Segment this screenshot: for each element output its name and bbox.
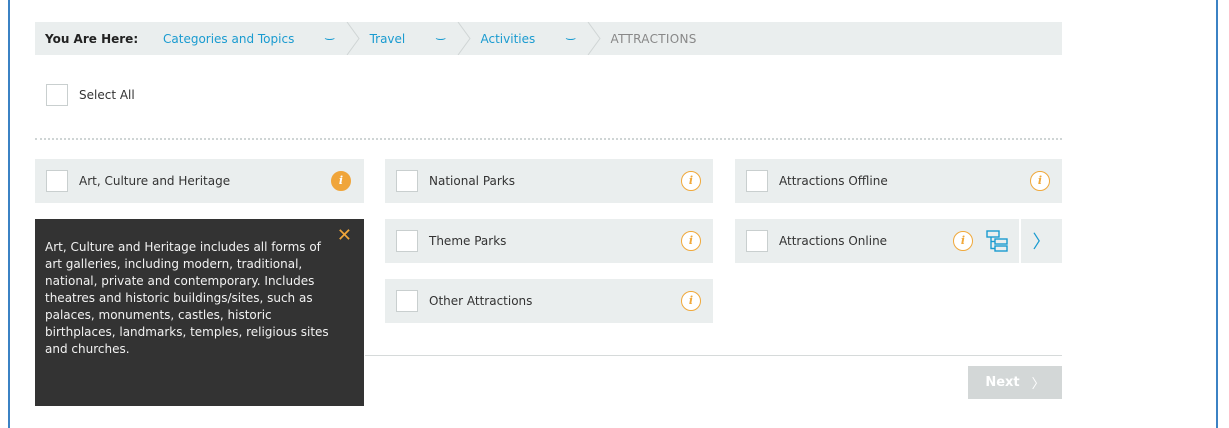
info-tooltip: ✕ Art, Culture and Heritage includes all… xyxy=(35,219,364,406)
next-button-label: Next xyxy=(985,375,1020,390)
option-national-parks[interactable]: National Parks i xyxy=(385,159,713,203)
select-all[interactable]: Select All xyxy=(46,84,135,106)
breadcrumb-item-categories[interactable]: Categories and Topics ⌣ xyxy=(163,22,370,55)
chevron-down-icon[interactable]: ⌣ xyxy=(565,32,577,46)
chevron-right-icon: 〉 xyxy=(1032,232,1051,253)
next-button[interactable]: Next 〉 xyxy=(968,366,1062,399)
option-checkbox[interactable] xyxy=(396,170,418,192)
info-icon[interactable]: i xyxy=(331,171,351,191)
tooltip-text: Art, Culture and Heritage includes all f… xyxy=(45,240,329,356)
option-label: Attractions Online xyxy=(779,234,888,248)
select-all-checkbox[interactable] xyxy=(46,84,68,106)
option-attractions-online[interactable]: Attractions Online i xyxy=(735,219,1019,263)
expand-subcategory-button[interactable]: 〉 xyxy=(1021,219,1062,263)
option-attractions-offline[interactable]: Attractions Offline i xyxy=(735,159,1062,203)
chevron-down-icon[interactable]: ⌣ xyxy=(324,32,336,46)
info-icon[interactable]: i xyxy=(681,171,701,191)
breadcrumb-separator-icon xyxy=(457,22,471,55)
option-checkbox[interactable] xyxy=(746,230,768,252)
breadcrumb-link-travel[interactable]: Travel xyxy=(370,32,406,46)
option-label: Art, Culture and Heritage xyxy=(79,174,231,188)
info-icon[interactable]: i xyxy=(681,291,701,311)
option-checkbox[interactable] xyxy=(396,230,418,252)
breadcrumb-here-label: You Are Here: xyxy=(45,31,139,46)
info-icon[interactable]: i xyxy=(681,231,701,251)
option-theme-parks[interactable]: Theme Parks i xyxy=(385,219,713,263)
breadcrumb-separator-icon xyxy=(346,22,360,55)
hierarchy-icon[interactable] xyxy=(986,230,1008,252)
option-checkbox[interactable] xyxy=(746,170,768,192)
breadcrumb-current: ATTRACTIONS xyxy=(610,31,697,46)
footer-divider xyxy=(365,355,1062,356)
select-all-label: Select All xyxy=(79,88,135,102)
breadcrumb-link-activities[interactable]: Activities xyxy=(481,32,536,46)
option-checkbox[interactable] xyxy=(46,170,68,192)
breadcrumb-link-categories[interactable]: Categories and Topics xyxy=(163,32,294,46)
option-art-culture-heritage[interactable]: Art, Culture and Heritage i xyxy=(35,159,364,203)
breadcrumb: You Are Here: Categories and Topics ⌣ Tr… xyxy=(35,22,1062,55)
dotted-divider xyxy=(35,138,1062,140)
info-icon[interactable]: i xyxy=(953,231,973,251)
option-other-attractions[interactable]: Other Attractions i xyxy=(385,279,713,323)
info-icon[interactable]: i xyxy=(1030,171,1050,191)
option-label: Other Attractions xyxy=(429,294,533,308)
content-frame: You Are Here: Categories and Topics ⌣ Tr… xyxy=(8,0,1218,428)
breadcrumb-item-travel[interactable]: Travel ⌣ xyxy=(370,22,481,55)
option-checkbox[interactable] xyxy=(396,290,418,312)
option-label: Theme Parks xyxy=(429,234,507,248)
chevron-right-icon: 〉 xyxy=(1031,377,1045,392)
breadcrumb-item-activities[interactable]: Activities ⌣ xyxy=(481,22,611,55)
option-label: National Parks xyxy=(429,174,516,188)
option-label: Attractions Offline xyxy=(779,174,888,188)
breadcrumb-separator-icon xyxy=(587,22,601,55)
chevron-down-icon[interactable]: ⌣ xyxy=(435,32,447,46)
close-icon[interactable]: ✕ xyxy=(337,227,352,245)
